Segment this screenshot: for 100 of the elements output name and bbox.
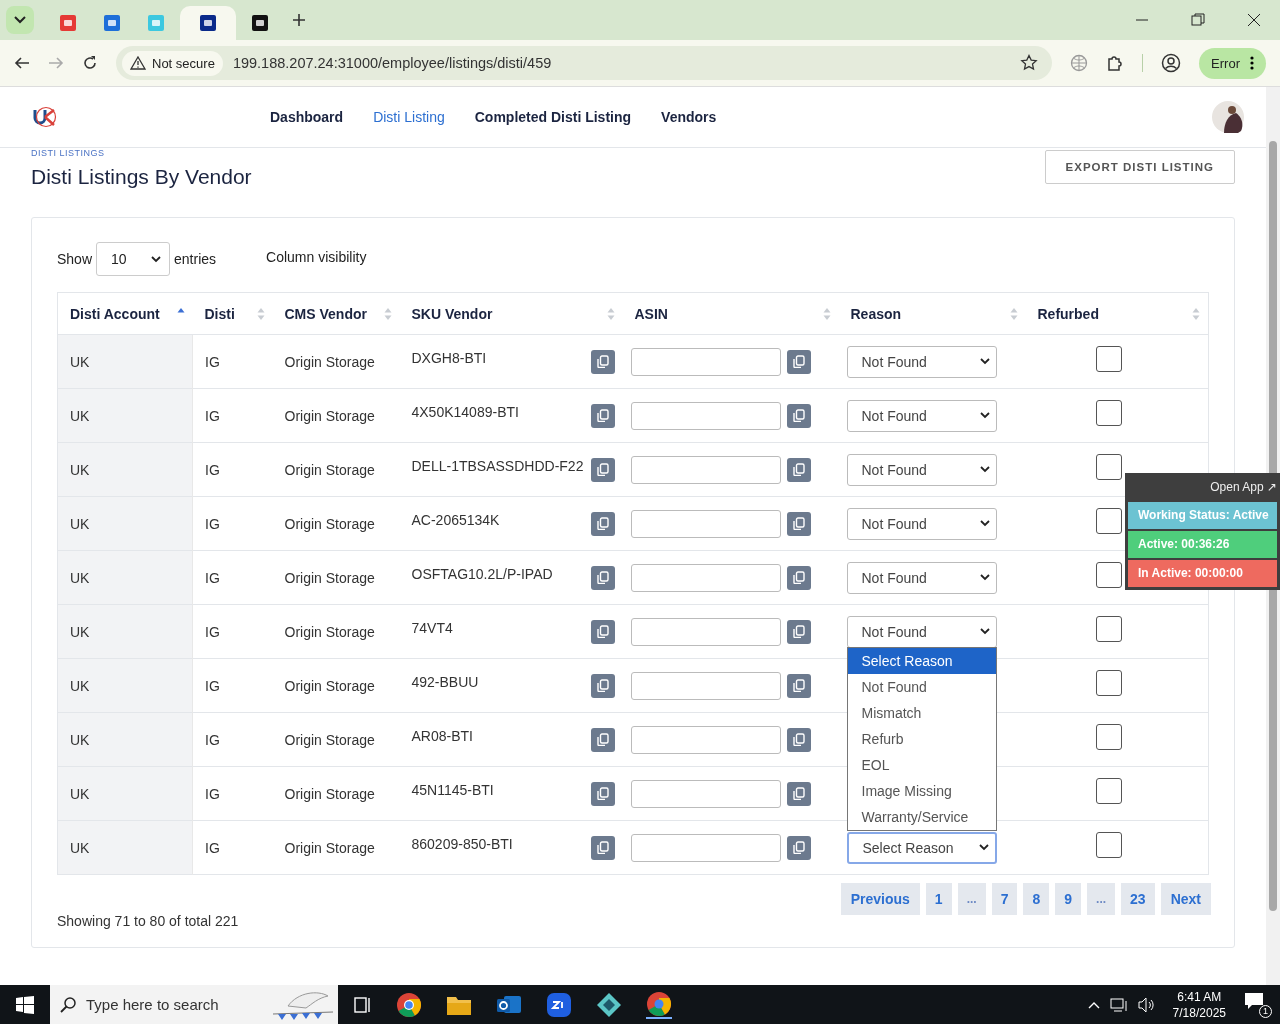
column-visibility-button[interactable]: Column visibility xyxy=(266,249,367,265)
task-view-icon[interactable] xyxy=(354,996,372,1013)
column-header[interactable]: Disti Account xyxy=(70,305,160,322)
refurbed-checkbox[interactable] xyxy=(1095,345,1122,372)
logo-icon[interactable] xyxy=(32,106,58,128)
profile-status-button[interactable]: Error xyxy=(1199,47,1266,79)
copy-button[interactable] xyxy=(590,673,615,698)
volume-icon[interactable] xyxy=(1137,996,1156,1013)
reason-select[interactable]: Not Found xyxy=(846,507,997,540)
asin-input[interactable] xyxy=(630,617,781,646)
copy-button[interactable] xyxy=(786,781,811,806)
refurbed-checkbox[interactable] xyxy=(1095,777,1122,804)
dropdown-option[interactable]: Select Reason xyxy=(847,648,996,674)
open-app-link[interactable]: Open App ↗ xyxy=(1128,475,1277,500)
taskbar-clock[interactable]: 6:41 AM 7/18/2025 xyxy=(1172,988,1226,1021)
copy-button[interactable] xyxy=(590,403,615,428)
asin-input[interactable] xyxy=(630,779,781,808)
copy-button[interactable] xyxy=(786,835,811,860)
column-header[interactable]: Refurbed xyxy=(1037,305,1099,322)
copy-button[interactable] xyxy=(786,349,811,374)
refurbed-checkbox[interactable] xyxy=(1095,831,1122,858)
reason-select[interactable]: Not Found xyxy=(846,399,997,432)
refurbed-checkbox[interactable] xyxy=(1095,453,1122,480)
pagination-button[interactable]: 9 xyxy=(1055,883,1082,915)
security-chip[interactable]: Not secure xyxy=(122,50,223,76)
pagination-button[interactable]: Previous xyxy=(840,883,920,915)
copy-button[interactable] xyxy=(590,565,615,590)
refurbed-checkbox[interactable] xyxy=(1095,615,1122,642)
asin-input[interactable] xyxy=(630,455,781,484)
taskbar-search-field[interactable]: Type here to search xyxy=(50,985,338,1024)
dropdown-option[interactable]: Mismatch xyxy=(847,700,996,726)
copy-button[interactable] xyxy=(590,781,615,806)
dropdown-option[interactable]: Refurb xyxy=(847,726,996,752)
dropdown-option[interactable]: EOL xyxy=(847,752,996,778)
diamond-app-icon[interactable] xyxy=(596,991,622,1018)
tab-search-button[interactable] xyxy=(6,6,34,34)
dropdown-option[interactable]: Not Found xyxy=(847,674,996,700)
pagination-button[interactable]: Next xyxy=(1160,883,1211,915)
column-header[interactable]: ASIN xyxy=(634,305,668,322)
asin-input[interactable] xyxy=(630,509,781,538)
new-tab-icon[interactable] xyxy=(292,13,306,27)
notifications-button[interactable]: 1 xyxy=(1244,991,1272,1018)
refurbed-checkbox[interactable] xyxy=(1095,507,1122,534)
asin-input[interactable] xyxy=(630,563,781,592)
avatar-icon[interactable] xyxy=(1212,101,1244,133)
reason-select[interactable]: Not Found xyxy=(846,453,997,486)
back-icon[interactable] xyxy=(14,55,30,71)
copy-button[interactable] xyxy=(786,565,811,590)
column-header[interactable]: Disti xyxy=(204,305,235,322)
breadcrumb-link[interactable]: DISTI LISTINGS xyxy=(31,148,105,159)
copy-button[interactable] xyxy=(590,349,615,374)
address-bar[interactable]: Not secure 199.188.207.24:31000/employee/listings/disti/459 xyxy=(116,46,1053,80)
extensions-icon[interactable] xyxy=(1106,54,1125,72)
chrome-icon[interactable] xyxy=(396,991,422,1018)
chevron-up-icon[interactable] xyxy=(1087,1000,1100,1009)
refurbed-checkbox[interactable] xyxy=(1095,669,1122,696)
pagination-button[interactable]: 1 xyxy=(925,883,952,915)
star-icon[interactable] xyxy=(1020,54,1039,72)
video-app-icon[interactable] xyxy=(546,991,572,1018)
reason-select[interactable]: Select Reason xyxy=(846,831,997,864)
profile-icon[interactable] xyxy=(1161,53,1182,73)
export-button[interactable]: EXPORT DISTI LISTING xyxy=(1044,150,1235,184)
copy-button[interactable] xyxy=(590,511,615,536)
browser-tab[interactable] xyxy=(180,6,236,40)
refurbed-checkbox[interactable] xyxy=(1095,723,1122,750)
nav-link[interactable]: Dashboard xyxy=(270,109,344,125)
reason-select[interactable]: Not Found xyxy=(846,561,997,594)
page-length-select[interactable]: 10 xyxy=(96,242,171,276)
close-icon[interactable] xyxy=(1247,13,1261,27)
reason-select[interactable]: Not Found xyxy=(846,615,997,648)
nav-link[interactable]: Disti Listing xyxy=(373,109,445,125)
copy-button[interactable] xyxy=(786,619,811,644)
copy-button[interactable] xyxy=(590,727,615,752)
column-header[interactable]: Reason xyxy=(850,305,902,322)
restore-icon[interactable] xyxy=(1191,13,1205,27)
windows-start-icon[interactable] xyxy=(16,995,34,1014)
asin-input[interactable] xyxy=(630,401,781,430)
dropdown-option[interactable]: Warranty/Service xyxy=(847,804,996,830)
asin-input[interactable] xyxy=(630,725,781,754)
nav-link[interactable]: Vendors xyxy=(661,109,717,125)
pagination-button[interactable]: 7 xyxy=(991,883,1018,915)
asin-input[interactable] xyxy=(630,671,781,700)
refurbed-checkbox[interactable] xyxy=(1095,561,1122,588)
column-header[interactable]: SKU Vendor xyxy=(411,305,493,322)
reload-icon[interactable] xyxy=(82,55,98,71)
pagination-button[interactable]: 23 xyxy=(1121,883,1155,915)
asin-input[interactable] xyxy=(630,833,781,862)
chrome-icon[interactable] xyxy=(646,990,672,1019)
pagination-button[interactable]: 8 xyxy=(1023,883,1050,915)
copy-button[interactable] xyxy=(590,457,615,482)
nav-link[interactable]: Completed Disti Listing xyxy=(474,109,632,125)
copy-button[interactable] xyxy=(590,619,615,644)
network-icon[interactable] xyxy=(1109,996,1128,1013)
refurbed-checkbox[interactable] xyxy=(1095,399,1122,426)
copy-button[interactable] xyxy=(786,457,811,482)
copy-button[interactable] xyxy=(786,403,811,428)
copy-button[interactable] xyxy=(590,835,615,860)
copy-button[interactable] xyxy=(786,673,811,698)
asin-input[interactable] xyxy=(630,347,781,376)
copy-button[interactable] xyxy=(786,511,811,536)
